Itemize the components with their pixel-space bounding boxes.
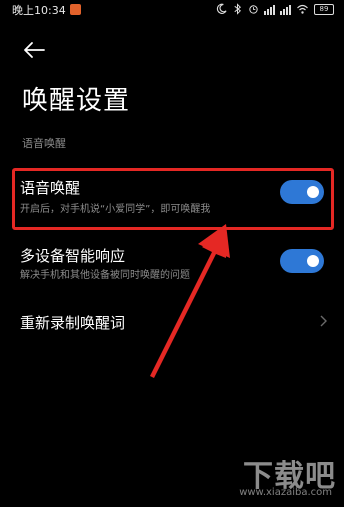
status-time: 晚上10:34 bbox=[12, 4, 66, 17]
alarm-icon bbox=[249, 5, 258, 14]
page-title: 唤醒设置 bbox=[22, 86, 131, 116]
setting-title: 多设备智能响应 bbox=[20, 247, 126, 265]
setting-title: 重新录制唤醒词 bbox=[20, 314, 126, 332]
status-bar: 晚上10:34 89 bbox=[0, 0, 344, 20]
app-notification-icon bbox=[70, 4, 81, 15]
back-arrow-icon[interactable] bbox=[22, 40, 46, 60]
signal-1-icon bbox=[264, 4, 275, 15]
section-header: 语音唤醒 bbox=[22, 137, 66, 150]
setting-description: 解决手机和其他设备被同时唤醒的问题 bbox=[20, 270, 190, 281]
signal-2-icon bbox=[280, 4, 291, 15]
moon-icon bbox=[216, 3, 227, 14]
setting-multi-device-response[interactable]: 多设备智能响应 解决手机和其他设备被同时唤醒的问题 bbox=[0, 238, 344, 288]
toggle-knob bbox=[307, 255, 319, 267]
multi-device-toggle[interactable] bbox=[280, 249, 324, 273]
watermark: 下载吧 www.xiazaiba.com bbox=[196, 451, 336, 503]
chevron-right-icon bbox=[320, 315, 327, 327]
bluetooth-icon bbox=[234, 3, 241, 15]
highlight-annotation bbox=[12, 168, 334, 230]
watermark-url: www.xiazaiba.com bbox=[239, 487, 332, 498]
battery-icon: 89 bbox=[314, 3, 334, 15]
wifi-icon bbox=[297, 4, 308, 14]
setting-rerecord-wake-word[interactable]: 重新录制唤醒词 bbox=[0, 304, 344, 340]
status-icons: 89 bbox=[216, 3, 334, 15]
